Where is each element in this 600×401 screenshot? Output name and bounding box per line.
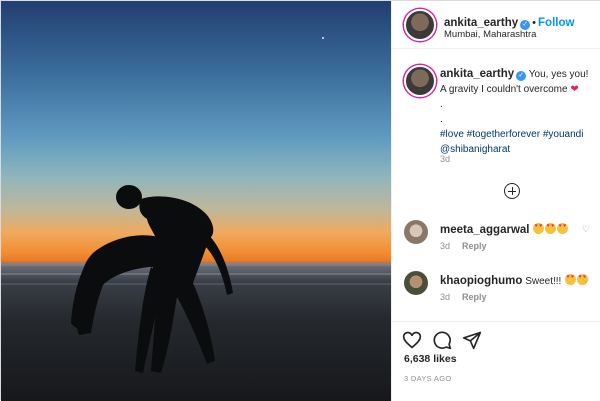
comment-meta: 3d Reply xyxy=(440,292,499,302)
follow-button[interactable]: Follow xyxy=(538,17,574,29)
comment-timestamp: 3d xyxy=(440,241,451,251)
heart-icon[interactable] xyxy=(402,330,422,350)
comment-item: meeta_aggarwal 3d Reply ♡ xyxy=(392,220,600,260)
comment-like-icon[interactable]: ♡ xyxy=(582,275,590,286)
caption-username[interactable]: ankita_earthy xyxy=(440,68,514,80)
like-count[interactable]: 6,638 likes xyxy=(404,353,457,365)
load-more-comments-icon[interactable] xyxy=(504,183,520,199)
caption-timestamp: 3d xyxy=(440,154,451,164)
caption-text: ankita_earthy ✓ You, yes you! A gravity I… xyxy=(440,67,596,157)
comment-text: meeta_aggarwal xyxy=(440,223,569,236)
comment-item: khaopioghumo Sweet!!! 3d Reply ♡ xyxy=(392,271,600,311)
post-photo[interactable] xyxy=(1,1,391,401)
verified-badge-icon: ✓ xyxy=(516,71,527,81)
comment-meta: 3d Reply xyxy=(440,241,499,251)
caption-hashtags[interactable]: #love #togetherforever #youandi xyxy=(440,127,596,142)
commenter-username[interactable]: meeta_aggarwal xyxy=(440,224,530,236)
comment-icon[interactable] xyxy=(432,330,452,350)
post-sidebar: ankita_earthy ✓ • Follow Mumbai, Maharashtr… xyxy=(391,1,600,401)
red-heart-emoji-icon: ❤ xyxy=(570,84,579,95)
reply-button[interactable]: Reply xyxy=(462,292,487,302)
author-avatar[interactable] xyxy=(404,9,436,41)
heart-eyes-emoji-icon xyxy=(533,223,545,234)
share-icon[interactable] xyxy=(462,330,482,350)
commenter-avatar[interactable] xyxy=(404,220,428,244)
sunset-silhouette-image xyxy=(1,37,391,373)
caption-dot-1: . xyxy=(440,99,443,110)
wave xyxy=(1,283,391,285)
heart-eyes-emoji-icon xyxy=(545,223,557,234)
post-time-ago: 3 DAYS AGO xyxy=(404,374,452,383)
author-username[interactable]: ankita_earthy xyxy=(444,17,518,29)
commenter-username[interactable]: khaopioghumo xyxy=(440,275,522,287)
caption-mention[interactable]: @shibanigharat xyxy=(440,142,596,157)
caption-author-avatar[interactable] xyxy=(404,65,436,97)
comment-like-icon[interactable]: ♡ xyxy=(582,224,590,235)
heart-eyes-emoji-icon xyxy=(557,223,569,234)
separator-dot: • xyxy=(532,17,537,29)
reply-button[interactable]: Reply xyxy=(462,241,487,251)
heart-eyes-emoji-icon xyxy=(565,274,577,285)
instagram-post: ankita_earthy ✓ • Follow Mumbai, Maharashtr… xyxy=(0,0,600,401)
post-location[interactable]: Mumbai, Maharashtra xyxy=(444,29,536,40)
caption-line-1: You, yes you! xyxy=(528,69,589,80)
caption-line-2: A gravity I couldn't overcome xyxy=(440,84,568,95)
post-header: ankita_earthy ✓ • Follow Mumbai, Maharashtr… xyxy=(392,1,600,49)
caption-dot-2: . xyxy=(440,114,443,125)
comment-text: khaopioghumo Sweet!!! xyxy=(440,274,589,287)
couple-silhouette xyxy=(71,185,233,373)
star xyxy=(322,37,324,39)
commenter-avatar[interactable] xyxy=(404,271,428,295)
comment-body: Sweet!!! xyxy=(525,276,562,287)
comment-timestamp: 3d xyxy=(440,292,451,302)
